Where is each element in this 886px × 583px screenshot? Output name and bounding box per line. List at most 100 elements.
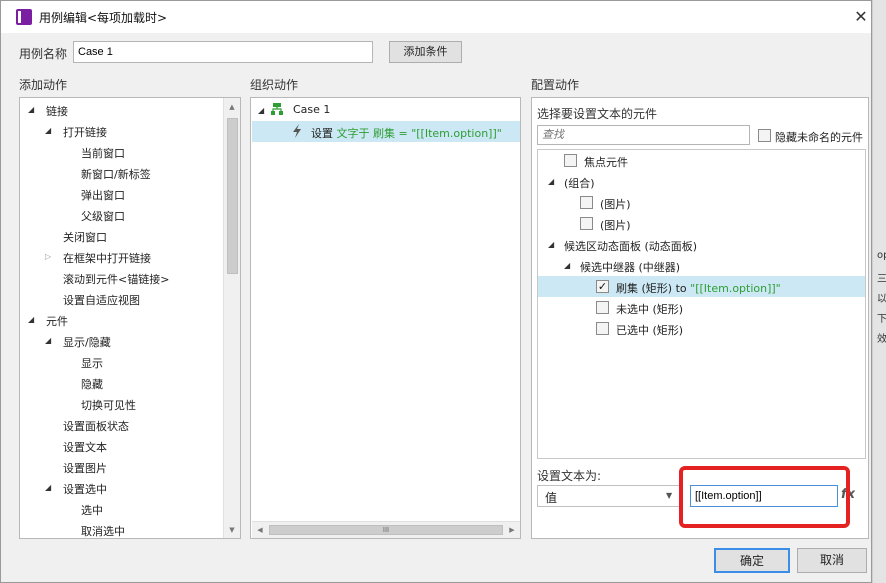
action-prefix: 设置: [311, 127, 333, 140]
expand-open-icon[interactable]: ◢: [548, 177, 554, 186]
expand-open-icon[interactable]: ◢: [28, 105, 34, 114]
background-text: op: [877, 250, 886, 261]
widget-value: "[[Item.option]]": [690, 282, 781, 295]
organize-action-tree: ◢ Case 1 设置 文字于 刷集 = "[[Item.option]]" ◀…: [250, 97, 521, 539]
widget-search-input[interactable]: [537, 125, 750, 145]
hide-unnamed-checkbox[interactable]: [758, 129, 771, 142]
close-icon[interactable]: ✕: [851, 7, 871, 27]
widget-label: (图片): [600, 198, 631, 211]
case-editor-dialog: 用例编辑<每项加载时> ✕ 用例名称 添加条件 添加动作 组织动作 配置动作 ◢…: [0, 0, 872, 583]
widget-tree: 焦点元件 ◢ (组合) (图片) (图片) ◢ 候选区动态面板 (动态面板) ◢ 候选中继器 (…: [537, 149, 866, 459]
expand-open-icon[interactable]: ◢: [258, 106, 264, 115]
expand-open-icon[interactable]: ◢: [45, 483, 51, 492]
add-action-item[interactable]: 显示: [81, 355, 103, 371]
expand-open-icon[interactable]: ◢: [564, 261, 570, 270]
add-action-item[interactable]: 链接: [46, 103, 68, 119]
configure-action-header: 配置动作: [531, 78, 580, 92]
scroll-right-icon[interactable]: ▶: [506, 526, 518, 534]
add-action-item[interactable]: 关闭窗口: [63, 229, 107, 245]
add-action-item[interactable]: 父级窗口: [81, 208, 125, 224]
text-type-select[interactable]: 值 ▼: [537, 485, 680, 507]
case-name-input[interactable]: [73, 41, 373, 63]
add-action-item[interactable]: 在框架中打开链接: [63, 250, 151, 266]
widget-checkbox[interactable]: [596, 322, 609, 335]
scroll-thumb[interactable]: [227, 118, 238, 274]
widget-to-label: to: [672, 282, 691, 295]
widget-checkbox[interactable]: [580, 217, 593, 230]
case-label[interactable]: Case 1: [293, 103, 330, 116]
add-action-item[interactable]: 设置文本: [63, 439, 107, 455]
case-icon: [270, 102, 284, 116]
expand-open-icon[interactable]: ◢: [45, 126, 51, 135]
widget-label: 候选中继器 (中继器): [580, 261, 681, 274]
hscroll-thumb[interactable]: III: [269, 525, 503, 535]
widget-tree-item[interactable]: (图片): [600, 217, 631, 233]
widget-checkbox[interactable]: [580, 196, 593, 209]
window-title: 用例编辑<每项加载时>: [39, 11, 168, 25]
background-text: 三: [877, 274, 886, 285]
case-name-label: 用例名称: [19, 47, 68, 61]
widget-tree-item[interactable]: (图片): [600, 196, 631, 212]
cancel-button[interactable]: 取消: [797, 548, 867, 573]
scroll-up-icon[interactable]: ▲: [226, 103, 238, 111]
expand-open-icon[interactable]: ◢: [548, 240, 554, 249]
add-action-item[interactable]: 选中: [81, 502, 103, 518]
expand-closed-icon[interactable]: ▷: [45, 252, 51, 261]
widget-label: 焦点元件: [584, 156, 628, 169]
widget-checkbox[interactable]: [596, 301, 609, 314]
add-action-item[interactable]: 设置图片: [63, 460, 107, 476]
widget-tree-item[interactable]: 未选中 (矩形): [616, 301, 683, 317]
add-action-tree: ◢ 链接 ◢ 打开链接当前窗口新窗口/新标签 弹出窗口父级窗口关闭窗口 ▷ 在框架中打开链接…: [19, 97, 241, 539]
add-action-item[interactable]: 滚动到元件<锚链接>: [63, 271, 169, 287]
add-action-item[interactable]: 设置自适应视图: [63, 292, 140, 308]
widget-checkbox[interactable]: [564, 154, 577, 167]
widget-label: 已选中 (矩形): [616, 324, 684, 337]
widget-label: (组合): [564, 177, 595, 190]
background-text: 下: [877, 314, 886, 325]
set-text-label: 设置文本为:: [537, 469, 602, 483]
text-type-value: 值: [545, 491, 558, 505]
add-action-item[interactable]: 取消选中: [81, 523, 125, 538]
scroll-down-icon[interactable]: ▼: [226, 526, 238, 534]
add-action-item[interactable]: 设置面板状态: [63, 418, 129, 434]
widget-label: (图片): [600, 219, 631, 232]
axure-app-icon: [16, 9, 32, 25]
widget-tree-item[interactable]: (组合): [564, 175, 595, 191]
widget-checkbox[interactable]: ✓: [596, 280, 609, 293]
highlight-annotation-box: [679, 466, 850, 528]
hide-unnamed-label: 隐藏未命名的元件: [775, 131, 863, 144]
add-tree-vscrollbar[interactable]: ▲ ▼: [223, 98, 240, 538]
title-bar: 用例编辑<每项加载时> ✕: [1, 1, 871, 33]
add-action-item[interactable]: 显示/隐藏: [63, 334, 111, 350]
lightning-icon: [290, 123, 304, 139]
widget-tree-item[interactable]: 刷集 (矩形) to "[[Item.option]]": [616, 280, 781, 296]
add-action-item[interactable]: 当前窗口: [81, 145, 125, 161]
background-text: 效: [877, 334, 886, 345]
widget-tree-item[interactable]: 焦点元件: [584, 154, 628, 170]
widget-label: 刷集 (矩形): [616, 282, 673, 295]
background-window-strip: op 三以下效: [872, 0, 886, 583]
widget-label: 候选区动态面板 (动态面板): [564, 240, 698, 253]
widget-label: 未选中 (矩形): [616, 303, 684, 316]
add-action-item[interactable]: 打开链接: [63, 124, 107, 140]
expand-open-icon[interactable]: ◢: [45, 336, 51, 345]
expand-open-icon[interactable]: ◢: [28, 315, 34, 324]
organize-action-header: 组织动作: [250, 78, 299, 92]
action-row-selected[interactable]: 设置 文字于 刷集 = "[[Item.option]]": [252, 121, 520, 142]
widget-tree-item[interactable]: 候选区动态面板 (动态面板): [564, 238, 697, 254]
widget-tree-item[interactable]: 已选中 (矩形): [616, 322, 683, 338]
add-action-item[interactable]: 切换可见性: [81, 397, 136, 413]
add-action-item[interactable]: 元件: [46, 313, 68, 329]
select-widget-label: 选择要设置文本的元件: [537, 107, 658, 121]
add-action-item[interactable]: 隐藏: [81, 376, 103, 392]
organize-hscrollbar[interactable]: ◀ III ▶: [252, 521, 520, 538]
add-action-item[interactable]: 设置选中: [63, 481, 107, 497]
add-action-item[interactable]: 新窗口/新标签: [81, 166, 151, 182]
add-condition-button[interactable]: 添加条件: [389, 41, 462, 63]
action-detail: 文字于 刷集 = "[[Item.option]]": [336, 127, 502, 140]
ok-button[interactable]: 确定: [714, 548, 790, 573]
scroll-left-icon[interactable]: ◀: [254, 526, 266, 534]
add-action-item[interactable]: 弹出窗口: [81, 187, 125, 203]
widget-tree-item[interactable]: 候选中继器 (中继器): [580, 259, 680, 275]
background-text: 以: [877, 294, 886, 305]
